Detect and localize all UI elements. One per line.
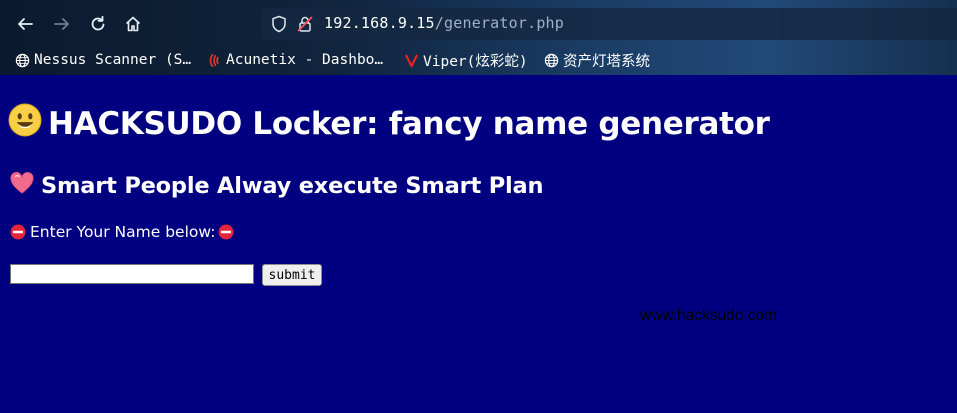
page-subtitle-text: Smart People Alway execute Smart Plan (41, 173, 544, 199)
acunetix-icon (206, 52, 222, 68)
url-text[interactable]: 192.168.9.15/generator.php (324, 14, 564, 32)
site-text: www.hacksudo.com (640, 307, 777, 324)
submit-button[interactable]: submit (262, 264, 322, 286)
shield-icon[interactable] (270, 15, 288, 33)
page-subtitle: Smart People Alway execute Smart Plan (9, 170, 544, 202)
bookmark-label: Nessus Scanner (S… (34, 52, 192, 68)
bookmarks-bar: Nessus Scanner (S… Acunetix - Dashbo… Vi… (0, 46, 957, 72)
viper-icon (403, 52, 419, 68)
globe-icon (543, 52, 559, 68)
url-host: 192.168.9.15 (324, 14, 435, 32)
back-icon[interactable] (13, 12, 37, 36)
bookmark-viper[interactable]: Viper(炫彩蛇) (403, 50, 528, 70)
reload-icon[interactable] (86, 12, 110, 36)
no-entry-icon (10, 224, 26, 240)
bookmark-acunetix[interactable]: Acunetix - Dashbo… (206, 50, 383, 70)
page-title-text: HACKSUDO Locker: fancy name generator (48, 106, 770, 142)
bookmark-label: Viper(炫彩蛇) (423, 53, 528, 70)
browser-chrome: 192.168.9.15/generator.php Nessus Scanne… (0, 0, 957, 75)
home-icon[interactable] (121, 12, 145, 36)
insecure-lock-icon[interactable] (296, 15, 314, 33)
name-prompt-text: Enter Your Name below: (30, 223, 216, 241)
globe-icon (14, 52, 30, 68)
name-prompt: Enter Your Name below: (10, 223, 234, 241)
bookmark-asset-system[interactable]: 资产灯塔系统 (543, 50, 650, 70)
smiley-icon (8, 103, 42, 145)
address-bar[interactable]: 192.168.9.15/generator.php (262, 8, 957, 40)
bookmark-label: Acunetix - Dashbo… (226, 52, 384, 68)
forward-icon[interactable] (50, 12, 74, 36)
page-content: HACKSUDO Locker: fancy name generator Sm… (0, 75, 957, 413)
no-entry-icon (218, 224, 234, 240)
bookmark-label: 资产灯塔系统 (563, 53, 650, 70)
page-title: HACKSUDO Locker: fancy name generator (8, 103, 770, 145)
bookmark-nessus[interactable]: Nessus Scanner (S… (14, 50, 191, 70)
heart-icon (9, 170, 35, 202)
url-path: /generator.php (434, 14, 565, 32)
name-input[interactable] (10, 264, 254, 284)
